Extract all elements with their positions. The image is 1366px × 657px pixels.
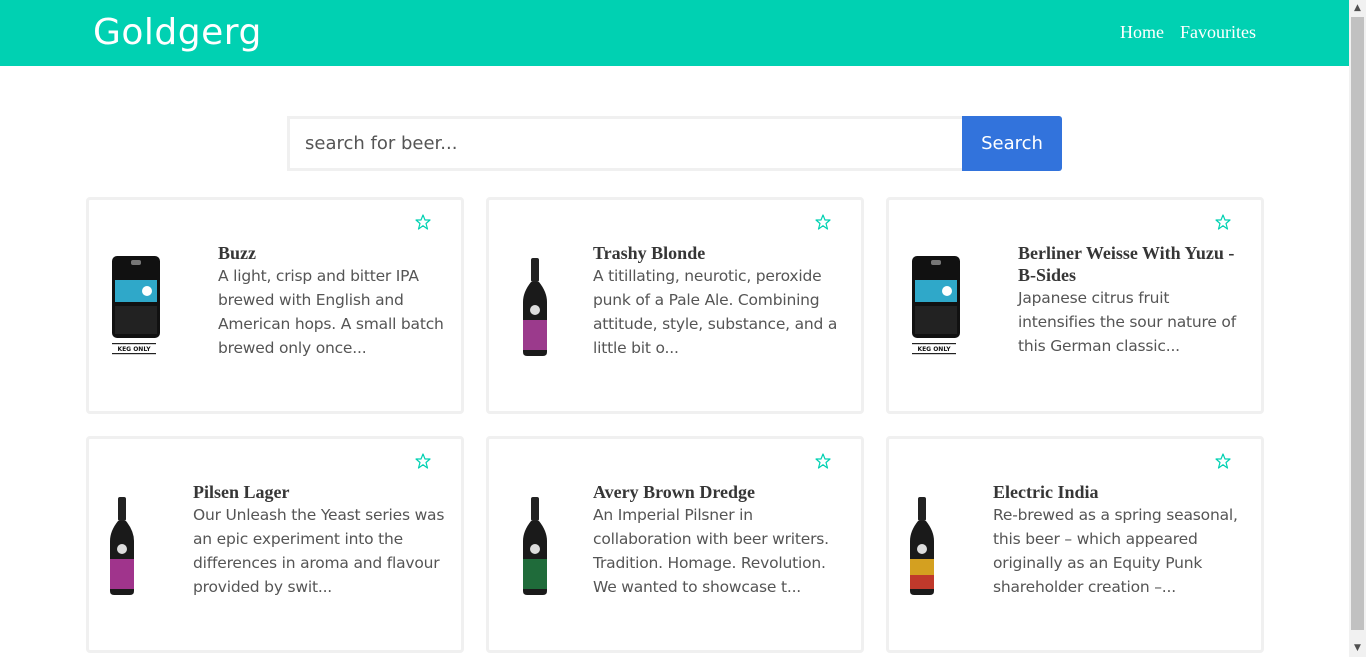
beer-description: A titillating, neurotic, peroxide punk o…	[593, 267, 838, 357]
beer-card-content: Avery Brown Dredge An Imperial Pilsner i…	[593, 481, 849, 599]
scroll-up-arrow-icon[interactable]: ▲	[1349, 0, 1366, 17]
beer-bottle-image	[110, 497, 134, 595]
search-button[interactable]: Search	[962, 116, 1062, 171]
beer-bottle-image	[523, 497, 547, 595]
top-navbar: Goldgerg Home Favourites	[0, 0, 1349, 66]
beer-card-content: Berliner Weisse With Yuzu - B-Sides Japa…	[1018, 242, 1249, 358]
beer-name: Electric India	[993, 482, 1099, 502]
brand-logo[interactable]: Goldgerg	[93, 10, 262, 56]
beer-bottle-image	[910, 497, 934, 595]
keg-label: KEG ONLY	[117, 346, 151, 353]
main-nav: Home Favourites	[1120, 22, 1256, 43]
beer-description: Our Unleash the Yeast series was an epic…	[193, 506, 445, 596]
beer-bottle-image	[523, 258, 547, 356]
beer-card[interactable]: Electric India Re-brewed as a spring sea…	[886, 436, 1264, 653]
beer-card[interactable]: Pilsen Lager Our Unleash the Yeast serie…	[86, 436, 464, 653]
star-outline-icon[interactable]	[1215, 453, 1231, 469]
beer-name: Pilsen Lager	[193, 482, 290, 502]
nav-home-link[interactable]: Home	[1120, 22, 1164, 43]
star-outline-icon[interactable]	[815, 453, 831, 469]
beer-card[interactable]: KEG ONLY Buzz A light, crisp and bitter …	[86, 197, 464, 414]
beer-description: Japanese citrus fruit intensifies the so…	[1018, 289, 1236, 355]
beer-description: Re-brewed as a spring seasonal, this bee…	[993, 506, 1238, 596]
search-input[interactable]	[287, 116, 962, 171]
vertical-scrollbar[interactable]: ▲ ▼	[1349, 0, 1366, 657]
star-outline-icon[interactable]	[1215, 214, 1231, 230]
beer-card[interactable]: Avery Brown Dredge An Imperial Pilsner i…	[486, 436, 864, 653]
beer-grid: KEG ONLY Buzz A light, crisp and bitter …	[86, 197, 1266, 653]
nav-favourites-link[interactable]: Favourites	[1180, 22, 1256, 43]
scroll-down-arrow-icon[interactable]: ▼	[1349, 640, 1366, 657]
beer-keg-image: KEG ONLY	[112, 256, 160, 355]
beer-description: A light, crisp and bitter IPA brewed wit…	[218, 267, 444, 357]
beer-card-content: Buzz A light, crisp and bitter IPA brewe…	[218, 242, 449, 360]
beer-keg-image: KEG ONLY	[912, 256, 960, 355]
beer-card[interactable]: Trashy Blonde A titillating, neurotic, p…	[486, 197, 864, 414]
beer-name: Trashy Blonde	[593, 243, 706, 263]
scrollbar-thumb[interactable]	[1351, 17, 1364, 630]
beer-card[interactable]: KEG ONLY Berliner Weisse With Yuzu - B-S…	[886, 197, 1264, 414]
beer-description: An Imperial Pilsner in collaboration wit…	[593, 506, 829, 596]
beer-name: Avery Brown Dredge	[593, 482, 755, 502]
beer-name: Berliner Weisse With Yuzu - B-Sides	[1018, 243, 1235, 285]
keg-label: KEG ONLY	[917, 346, 951, 353]
beer-card-content: Trashy Blonde A titillating, neurotic, p…	[593, 242, 849, 360]
beer-card-content: Pilsen Lager Our Unleash the Yeast serie…	[193, 481, 449, 599]
search-bar: Search	[287, 116, 1062, 171]
beer-name: Buzz	[218, 243, 256, 263]
beer-card-content: Electric India Re-brewed as a spring sea…	[993, 481, 1249, 599]
star-outline-icon[interactable]	[815, 214, 831, 230]
star-outline-icon[interactable]	[415, 453, 431, 469]
star-outline-icon[interactable]	[415, 214, 431, 230]
